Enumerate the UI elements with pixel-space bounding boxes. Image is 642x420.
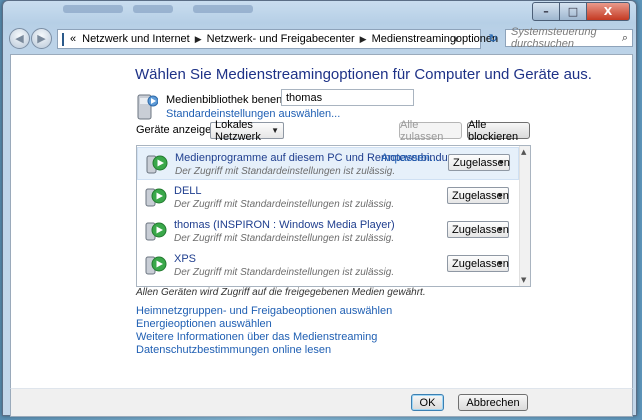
media-device-icon <box>145 222 167 241</box>
close-button[interactable]: X <box>586 2 630 21</box>
device-status-text: Der Zugriff mit Standardeinstellungen is… <box>174 233 395 244</box>
streaming-info-link[interactable]: Weitere Informationen über das Medienstr… <box>136 331 377 343</box>
forward-button[interactable]: ▶ <box>31 28 52 49</box>
chevron-down-icon: ▼ <box>496 191 504 200</box>
ok-button[interactable]: OK <box>411 394 444 411</box>
media-library-icon <box>137 94 158 120</box>
device-status-text: Der Zugriff mit Standardeinstellungen is… <box>174 267 395 278</box>
cancel-button[interactable]: Abbrechen <box>458 394 528 411</box>
homegroup-options-link[interactable]: Heimnetzgruppen- und Freigabeoptionen au… <box>136 305 392 317</box>
media-device-icon <box>146 155 168 174</box>
control-panel-icon <box>62 32 64 46</box>
access-select[interactable]: Zugelassen ▼ <box>448 154 510 171</box>
list-item[interactable]: thomas (INSPIRON : Windows Media Player)… <box>137 215 519 248</box>
media-device-icon <box>145 188 167 207</box>
title-bar-blur <box>133 5 173 13</box>
breadcrumb-item-streaming-options[interactable]: Medienstreamingoptionen <box>369 33 502 45</box>
navigation-bar: ◀ ▶ « Netzwerk und Internet ▶ Netzwerk- … <box>9 26 633 50</box>
search-icon[interactable]: ⌕ <box>622 32 628 45</box>
access-summary-text: Allen Geräten wird Zugriff auf die freig… <box>136 287 426 298</box>
privacy-statement-link[interactable]: Datenschutzbestimmungen online lesen <box>136 344 331 356</box>
page-title: Wählen Sie Medienstreamingoptionen für C… <box>135 66 592 83</box>
media-device-icon <box>145 256 167 275</box>
search-input[interactable]: Systemsteuerung durchsuchen ⌕ <box>505 26 633 50</box>
breadcrumb-item-network[interactable]: Netzwerk und Internet <box>79 33 193 45</box>
device-status-text: Der Zugriff mit Standardeinstellungen is… <box>174 199 395 210</box>
breadcrumb-separator-icon[interactable]: ▶ <box>193 34 204 45</box>
access-select[interactable]: Zugelassen ▼ <box>447 187 509 204</box>
scroll-up-icon[interactable]: ▲ <box>521 148 526 156</box>
refresh-icon: ↻ <box>488 31 498 45</box>
access-select[interactable]: Zugelassen ▼ <box>447 221 509 238</box>
back-arrow-icon: ◀ <box>15 32 24 45</box>
dialog-button-bar: OK Abbrechen <box>10 388 633 417</box>
device-name: DELL <box>174 185 202 197</box>
chevron-down-icon: ▼ <box>496 225 504 234</box>
allow-all-button[interactable]: Alle zulassen <box>399 119 462 143</box>
refresh-button[interactable]: ↻ <box>484 30 502 46</box>
content-pane: Wählen Sie Medienstreamingoptionen für C… <box>10 54 633 389</box>
network-select[interactable]: Lokales Netzwerk ▼ <box>210 119 284 143</box>
chevron-down-icon: ▼ <box>271 126 279 135</box>
forward-arrow-icon: ▶ <box>37 32 46 45</box>
address-dropdown-icon[interactable]: ▼ <box>452 35 460 44</box>
maximize-button[interactable]: □ <box>559 2 587 21</box>
back-button[interactable]: ◀ <box>9 28 30 49</box>
title-bar-blur <box>193 5 253 13</box>
address-bar[interactable]: « Netzwerk und Internet ▶ Netzwerk- und … <box>57 29 498 49</box>
device-list: Medienprogramme auf diesem PC und Remote… <box>136 145 531 287</box>
minimize-button[interactable]: – <box>532 2 560 21</box>
device-name: thomas (INSPIRON : Windows Media Player) <box>174 219 395 231</box>
access-select[interactable]: Zugelassen ▼ <box>447 255 509 272</box>
customize-link[interactable]: Anpassen... <box>381 152 439 164</box>
control-panel-window: – □ X ◀ ▶ « Netzwerk und Internet ▶ Netz… <box>2 0 637 417</box>
list-item[interactable]: Medienprogramme auf diesem PC und Remote… <box>137 147 519 180</box>
block-all-button[interactable]: Alle blockieren <box>467 119 530 143</box>
power-options-link[interactable]: Energieoptionen auswählen <box>136 318 272 330</box>
breadcrumb-overflow[interactable]: « <box>67 33 79 45</box>
list-item[interactable]: DELL Der Zugriff mit Standardeinstellung… <box>137 181 519 214</box>
caption-buttons: – □ X <box>532 2 630 21</box>
device-name: XPS <box>174 253 197 265</box>
device-list-scrollbar[interactable]: ▲ ▼ <box>519 146 530 286</box>
scroll-down-icon[interactable]: ▼ <box>521 276 526 284</box>
chevron-down-icon: ▼ <box>496 259 504 268</box>
breadcrumb-item-sharing-center[interactable]: Netzwerk- und Freigabecenter <box>204 33 358 45</box>
library-name-input[interactable]: thomas <box>281 89 414 106</box>
device-status-text: Der Zugriff mit Standardeinstellungen is… <box>175 166 396 177</box>
title-bar-blur <box>63 5 123 13</box>
breadcrumb-separator-icon[interactable]: ▶ <box>358 34 369 45</box>
search-placeholder: Systemsteuerung durchsuchen <box>511 26 597 50</box>
list-item[interactable]: XPS Der Zugriff mit Standardeinstellunge… <box>137 249 519 282</box>
chevron-down-icon: ▼ <box>497 158 505 167</box>
